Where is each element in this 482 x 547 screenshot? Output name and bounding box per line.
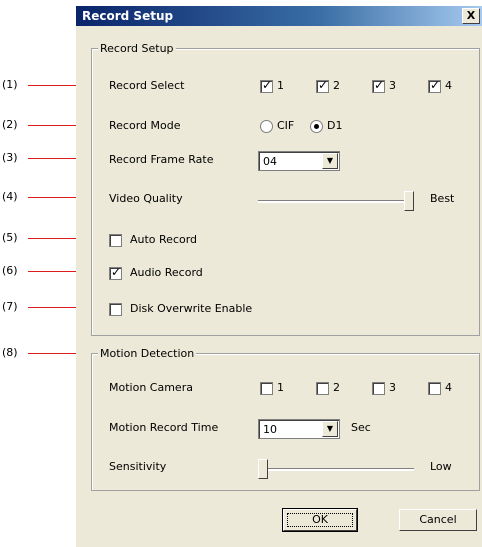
record-select-label: Record Select <box>109 79 185 92</box>
motion-detection-group: Motion Detection Motion Camera 1 2 3 4 M… <box>91 347 480 491</box>
frame-rate-value: 04 <box>263 155 277 168</box>
record-select-checkbox-1[interactable]: ✓ <box>260 78 273 93</box>
window-title: Record Setup <box>82 9 174 23</box>
record-mode-option-d1: D1 <box>327 119 343 132</box>
video-quality-label: Video Quality <box>109 192 183 205</box>
record-select-channel-3: 3 <box>389 79 396 92</box>
title-bar[interactable]: Record Setup X <box>76 6 482 26</box>
auto-record-label: Auto Record <box>130 233 198 246</box>
motion-record-time-label: Motion Record Time <box>109 421 219 434</box>
record-mode-radio-d1[interactable] <box>310 120 323 133</box>
auto-record-checkbox[interactable] <box>109 234 122 247</box>
motion-camera-channel-4: 4 <box>445 381 452 394</box>
motion-camera-label: Motion Camera <box>109 381 193 394</box>
motion-detection-legend: Motion Detection <box>98 347 197 360</box>
sensitivity-label: Sensitivity <box>109 460 167 473</box>
sensitivity-slider-track[interactable] <box>258 468 414 471</box>
record-select-channel-1: 1 <box>277 79 284 92</box>
motion-camera-channel-1: 1 <box>277 381 284 394</box>
record-select-checkbox-3[interactable]: ✓ <box>372 78 385 93</box>
motion-record-time-select[interactable]: 10 ▼ <box>258 419 340 439</box>
motion-camera-checkbox-2[interactable] <box>316 382 329 395</box>
video-quality-slider-thumb[interactable] <box>404 191 414 211</box>
motion-camera-checkbox-4[interactable] <box>428 382 441 395</box>
close-button[interactable]: X <box>462 8 480 24</box>
audio-record-checkbox[interactable]: ✓ <box>109 265 122 280</box>
chevron-down-icon[interactable]: ▼ <box>322 421 338 437</box>
close-icon: X <box>466 9 476 22</box>
record-select-channel-2: 2 <box>333 79 340 92</box>
sensitivity-slider-thumb[interactable] <box>258 459 268 479</box>
motion-record-time-unit: Sec <box>351 421 371 434</box>
record-setup-legend: Record Setup <box>98 42 176 55</box>
disk-overwrite-checkbox[interactable] <box>109 303 122 316</box>
motion-camera-checkbox-3[interactable] <box>372 382 385 395</box>
record-mode-radio-cif[interactable] <box>260 120 273 133</box>
ok-button[interactable]: OK <box>282 508 358 532</box>
cancel-button[interactable]: Cancel <box>399 509 477 531</box>
motion-camera-channel-2: 2 <box>333 381 340 394</box>
record-select-checkbox-4[interactable]: ✓ <box>428 78 441 93</box>
video-quality-level: Best <box>430 192 455 205</box>
sensitivity-level: Low <box>430 460 452 473</box>
record-setup-dialog: Record Setup X Record Setup Record Selec… <box>76 6 482 547</box>
audio-record-label: Audio Record <box>130 266 203 279</box>
frame-rate-select[interactable]: 04 ▼ <box>258 151 340 171</box>
video-quality-slider-track[interactable] <box>258 200 414 203</box>
record-mode-option-cif: CIF <box>277 119 295 132</box>
record-setup-group: Record Setup Record Select ✓ 1 ✓ 2 ✓ 3 ✓… <box>91 42 480 336</box>
record-select-channel-4: 4 <box>445 79 452 92</box>
disk-overwrite-label: Disk Overwrite Enable <box>130 302 253 315</box>
motion-camera-channel-3: 3 <box>389 381 396 394</box>
frame-rate-label: Record Frame Rate <box>109 153 214 166</box>
motion-camera-checkbox-1[interactable] <box>260 382 273 395</box>
record-mode-label: Record Mode <box>109 119 181 132</box>
record-select-checkbox-2[interactable]: ✓ <box>316 78 329 93</box>
motion-record-time-value: 10 <box>263 423 277 436</box>
chevron-down-icon[interactable]: ▼ <box>322 153 338 169</box>
